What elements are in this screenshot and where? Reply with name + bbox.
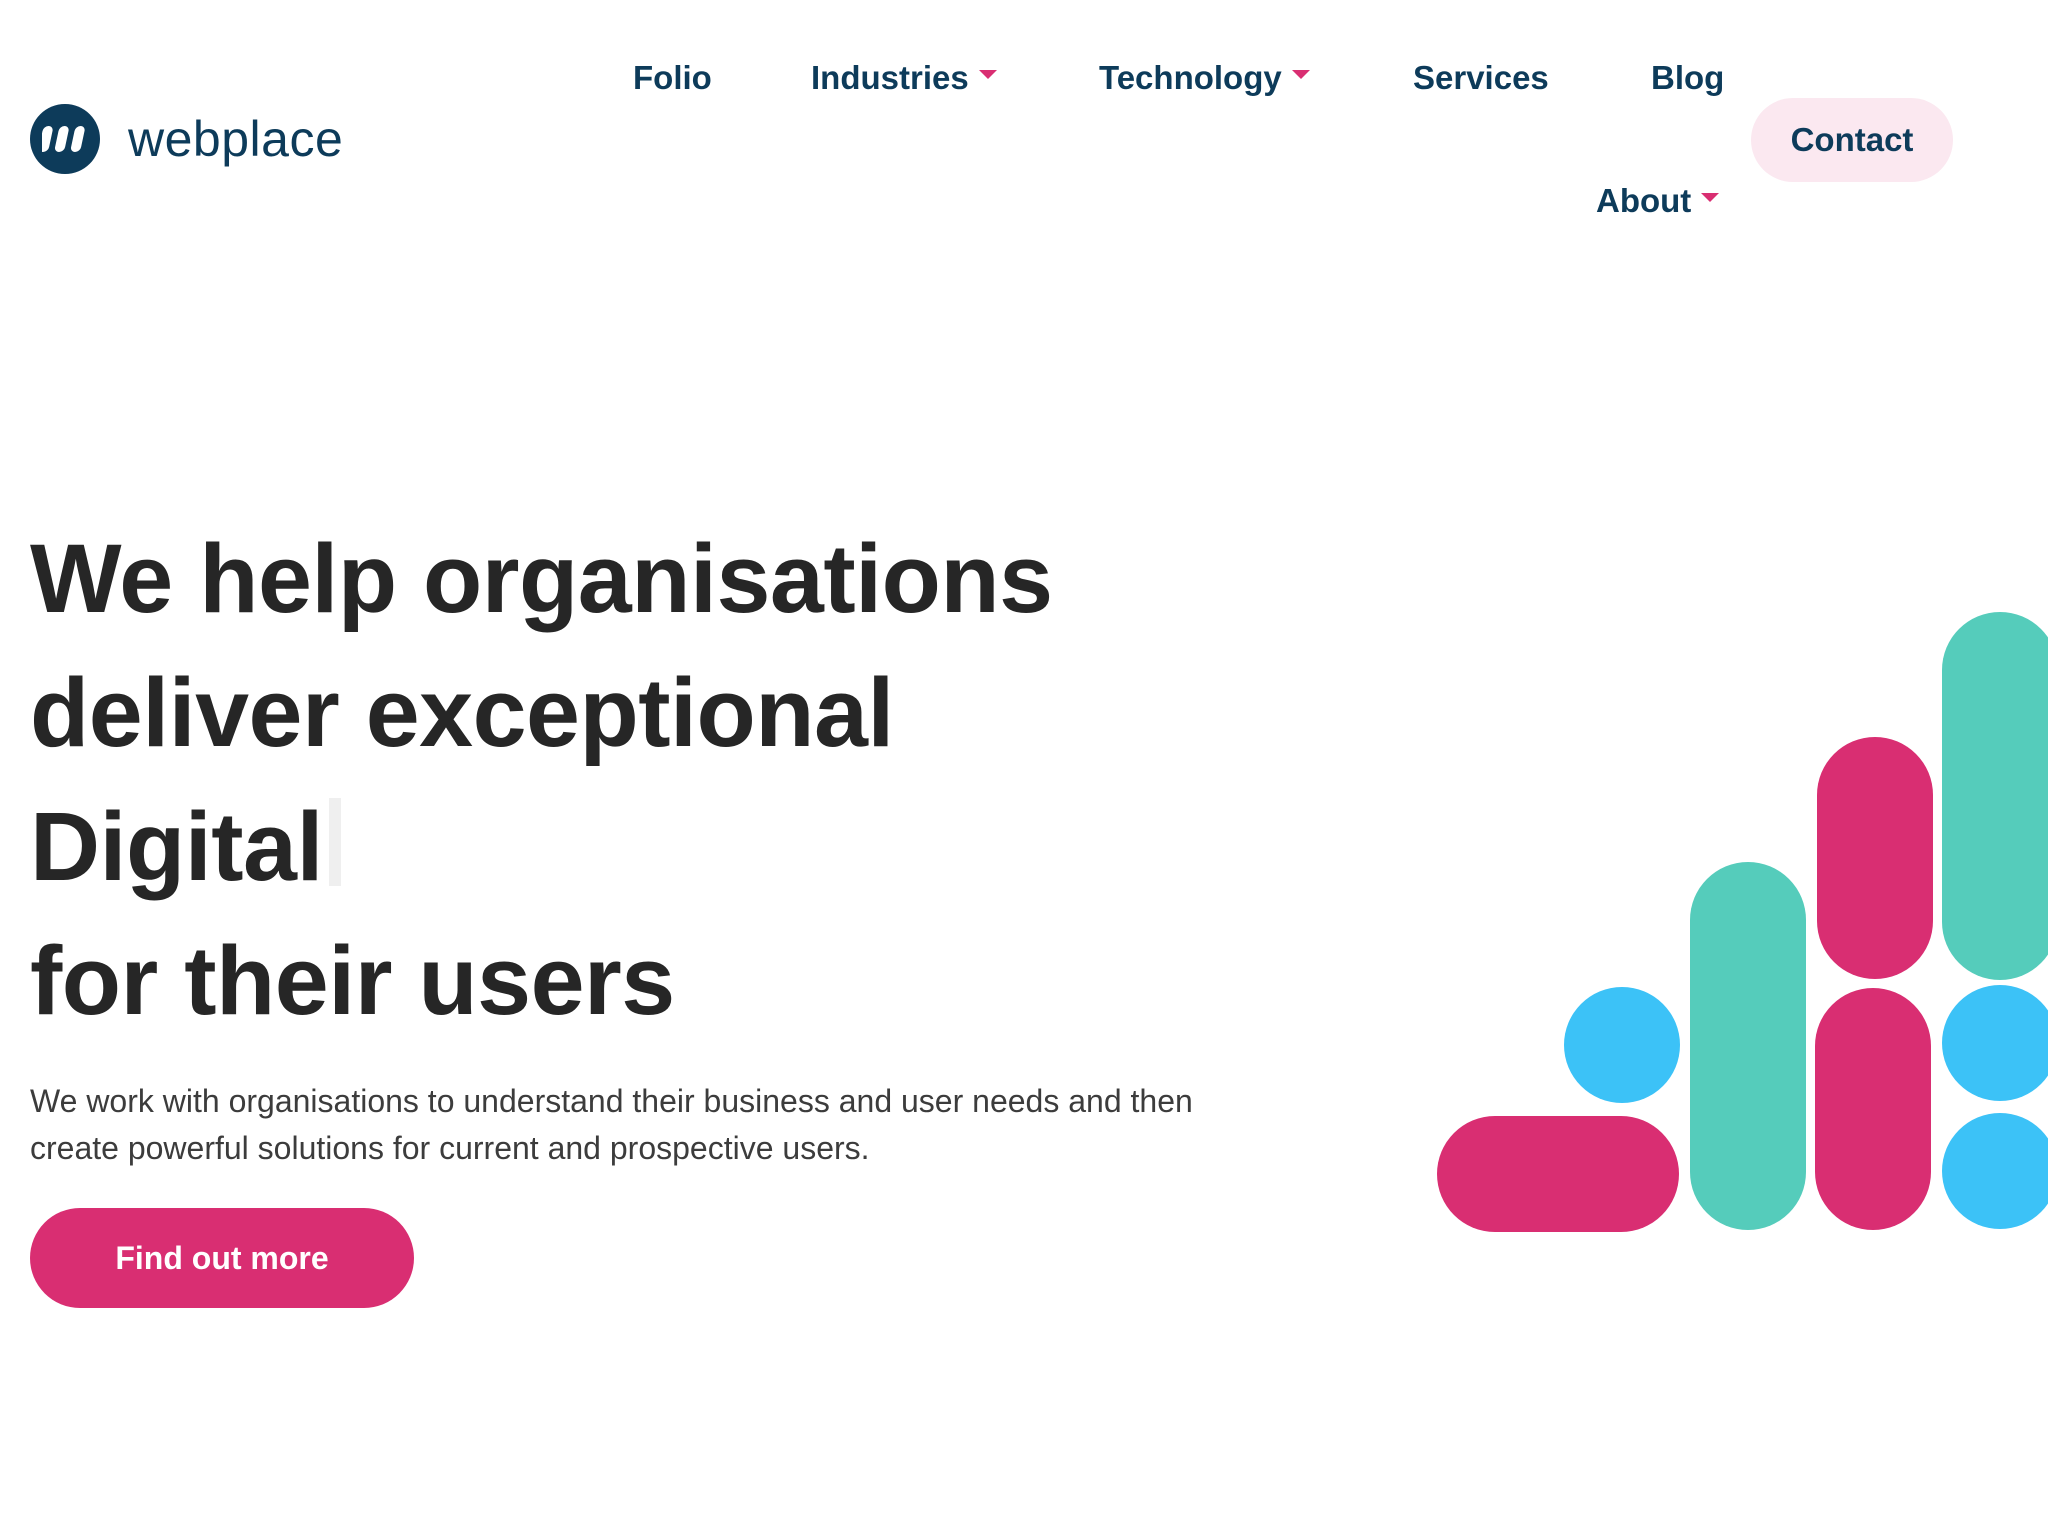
hero-title-line: deliver exceptional [30,658,894,767]
caret-down-icon [1701,192,1720,202]
hero-title-line: for their users [30,926,675,1035]
nav-item-label: Folio [633,59,712,96]
blue-dot [1942,1113,2048,1229]
page: webplace Folio Industries Technology Ser… [0,0,2048,1536]
logo-link[interactable]: webplace [30,104,343,174]
hero-title-line: We help organisations [30,524,1053,633]
pink-pill-horizontal [1437,1116,1679,1232]
typing-cursor [328,798,341,886]
nav-item-blog[interactable]: Blog [1651,59,1724,97]
contact-button[interactable]: Contact [1751,98,1953,182]
caret-down-icon [1291,69,1310,79]
logo-text: webplace [128,111,344,167]
nav-item-folio[interactable]: Folio [633,59,712,97]
nav-item-label: About [1596,182,1692,219]
find-out-more-button[interactable]: Find out more [30,1208,414,1308]
hero-title: We help organisations deliver exceptiona… [30,512,1053,1048]
teal-pill [1690,862,1806,1230]
nav-item-technology[interactable]: Technology [1099,59,1310,97]
typed-word: Digital [30,792,323,901]
caret-down-icon [978,69,997,79]
blue-dot [1564,987,1680,1103]
nav-item-services[interactable]: Services [1413,59,1549,97]
hero-title-line-typed: Digital [30,780,1053,914]
nav-item-industries[interactable]: Industries [811,59,997,97]
nav-item-label: Blog [1651,59,1725,96]
nav-item-label: Industries [811,59,969,96]
pink-pill [1815,988,1931,1230]
teal-pill [1942,612,2048,980]
blue-dot [1942,985,2048,1101]
pink-pill [1817,737,1933,979]
nav-item-label: Services [1413,59,1549,96]
webplace-logo-icon [30,104,100,174]
nav-item-about[interactable]: About [1596,182,1720,220]
hero-description: We work with organisations to understand… [30,1083,1193,1166]
nav-item-label: Technology [1099,59,1282,96]
